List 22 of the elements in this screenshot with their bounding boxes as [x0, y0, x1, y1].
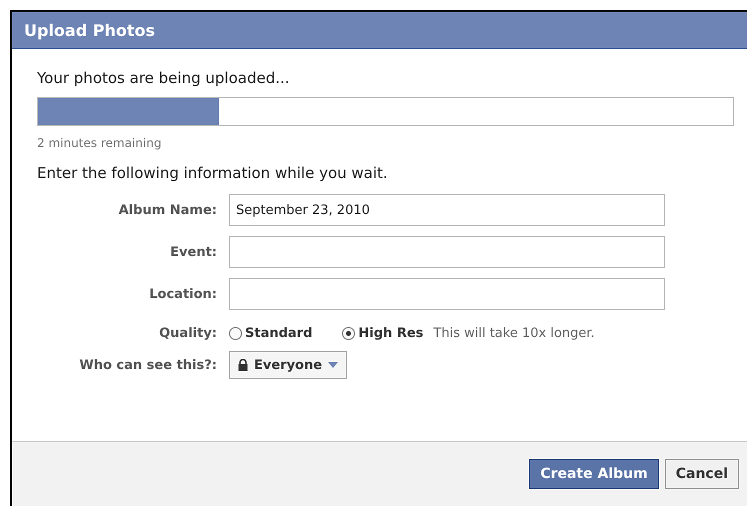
radio-option[interactable]: High Res — [342, 326, 424, 341]
privacy-dropdown[interactable]: Everyone — [229, 351, 348, 379]
quality-note: This will take 10x longer. — [433, 326, 595, 341]
caret-icon — [328, 362, 338, 368]
radio-button[interactable] — [342, 327, 356, 340]
field-label: Event: — [169, 244, 217, 260]
lock-icon — [238, 359, 248, 371]
text-field[interactable]: September 23, 2010 — [229, 194, 665, 226]
radio-button[interactable] — [229, 327, 242, 340]
time-remaining: 2 minutes remaining — [37, 136, 162, 150]
form-intro: Enter the following information while you wait. — [37, 164, 389, 182]
cancel-button[interactable]: Cancel — [664, 459, 739, 489]
text-field[interactable] — [229, 278, 665, 310]
field-label: Album Name: — [118, 202, 217, 218]
upload-heading: Your photos are being uploaded... — [37, 69, 291, 87]
text-field[interactable] — [229, 236, 665, 268]
field-label: Location: — [148, 286, 217, 302]
dialog-title: Upload Photos — [24, 20, 156, 40]
field-label: Quality: — [158, 326, 217, 341]
radio-option[interactable]: Standard — [229, 326, 312, 341]
create-album-button[interactable]: Create Album — [529, 459, 659, 489]
field-label: Who can see this?: — [78, 358, 217, 372]
